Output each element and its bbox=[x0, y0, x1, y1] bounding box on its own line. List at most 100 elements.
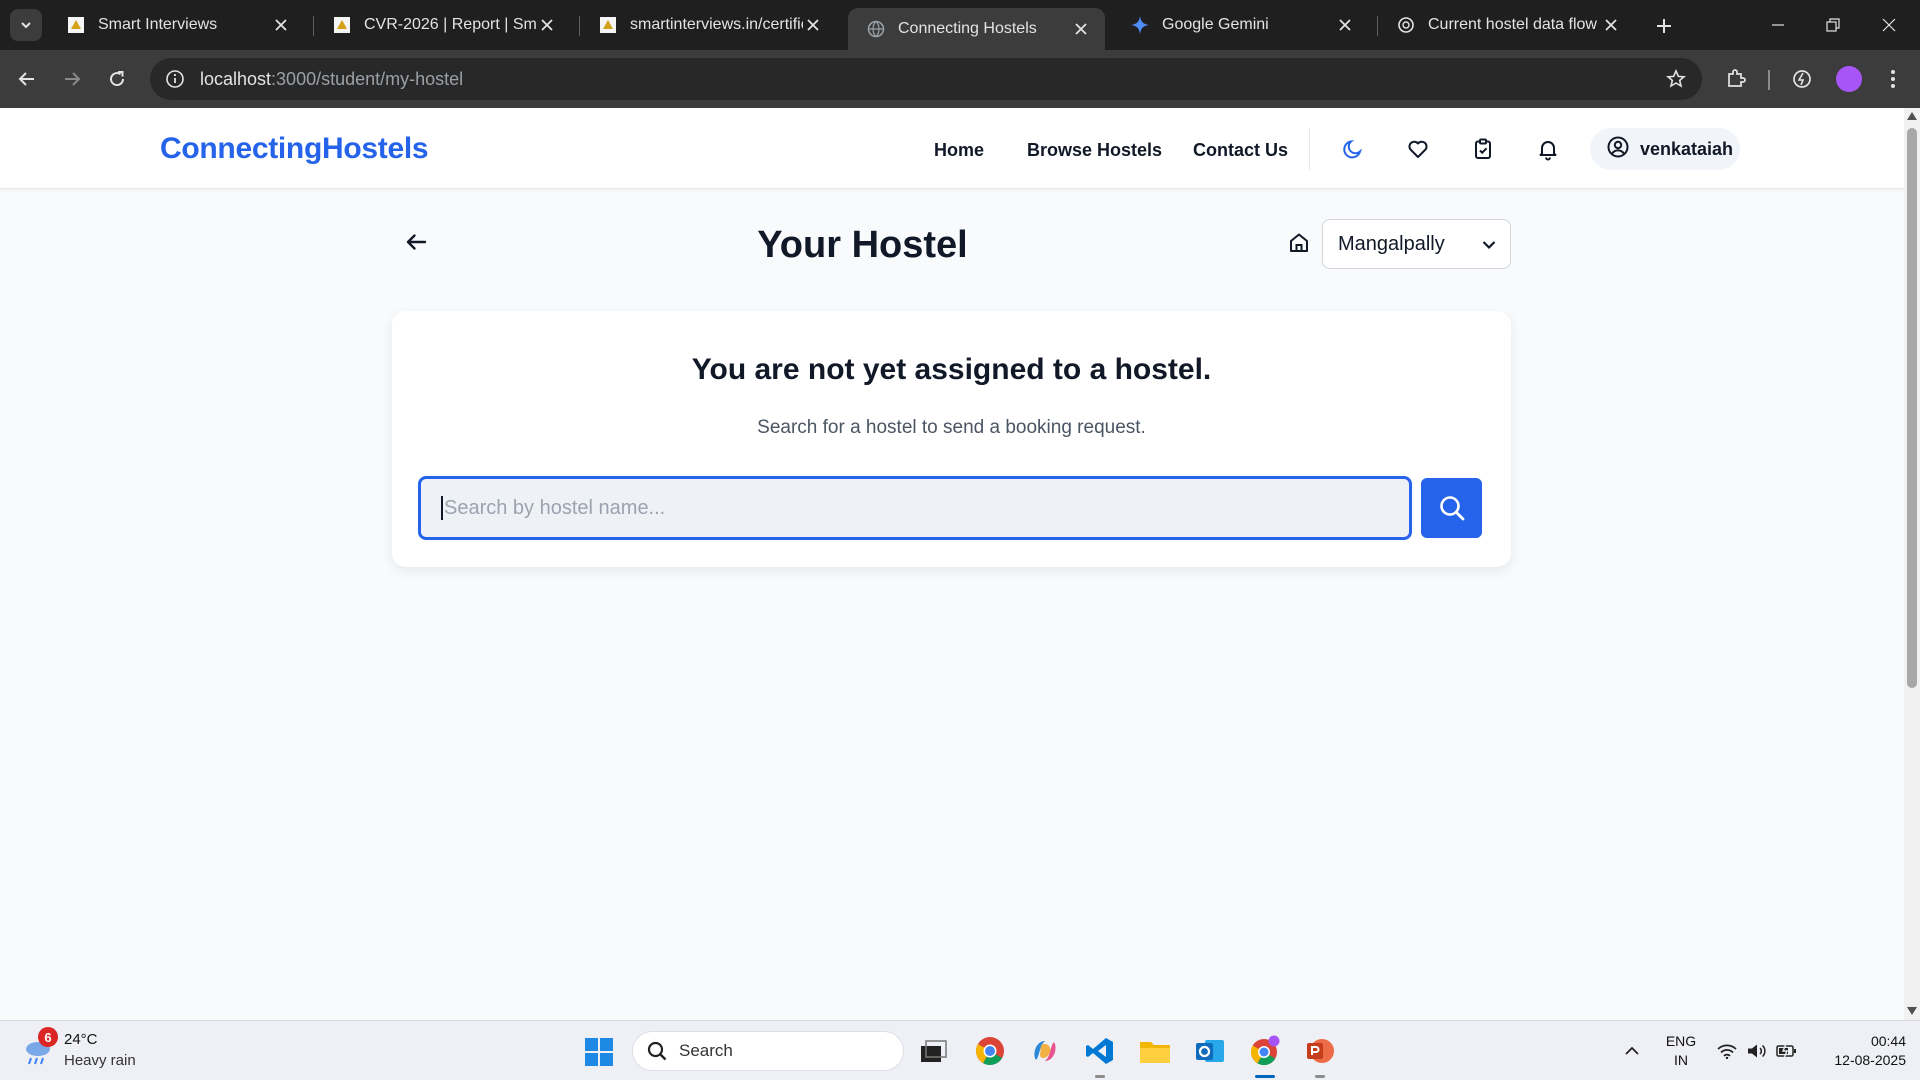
brand-logo[interactable]: ConnectingHostels bbox=[160, 132, 429, 166]
tab-title: Google Gemini bbox=[1162, 16, 1269, 33]
back-button[interactable] bbox=[400, 226, 432, 258]
close-tab-icon[interactable] bbox=[1335, 15, 1355, 35]
wifi-icon[interactable] bbox=[1716, 1041, 1738, 1061]
hostel-status-card: You are not yet assigned to a hostel. Se… bbox=[392, 311, 1511, 567]
nav-separator bbox=[1309, 128, 1310, 170]
clock-time: 00:44 bbox=[1870, 1033, 1906, 1049]
tab-title: CVR-2026 | Report | Smart bbox=[364, 16, 537, 33]
browser-profile-avatar[interactable] bbox=[1836, 66, 1862, 92]
smartinterviews-favicon bbox=[66, 15, 86, 35]
windows-start-icon[interactable] bbox=[584, 1037, 614, 1067]
browser-tab-cvr-report[interactable]: CVR-2026 | Report | Smart bbox=[314, 6, 571, 44]
nav-link-contact-us[interactable]: Contact Us bbox=[1193, 140, 1288, 161]
app-active-indicator bbox=[1255, 1075, 1275, 1078]
taskbar-search-label: Search bbox=[679, 1041, 733, 1060]
performance-icon[interactable] bbox=[1787, 64, 1817, 94]
card-title: You are not yet assigned to a hostel. bbox=[691, 353, 1212, 386]
tab-title: smartinterviews.in/certifica bbox=[630, 16, 803, 33]
browser-tab-google-gemini[interactable]: Google Gemini bbox=[1112, 6, 1369, 44]
app-running-indicator bbox=[1315, 1075, 1325, 1078]
card-subtitle: Search for a hostel to send a booking re… bbox=[757, 417, 1146, 438]
location-select[interactable]: Mangalpally bbox=[1322, 219, 1511, 269]
browser-tab-connecting-hostels[interactable]: Connecting Hostels bbox=[848, 8, 1105, 50]
hostel-search-input[interactable]: Search by hostel name... bbox=[418, 476, 1412, 540]
bookmark-star-icon[interactable] bbox=[1664, 67, 1688, 91]
smartinterviews-favicon bbox=[332, 15, 352, 35]
user-menu-button[interactable]: venkataiah bbox=[1590, 128, 1740, 170]
search-button[interactable] bbox=[1421, 478, 1482, 538]
tab-title: Smart Interviews bbox=[98, 16, 218, 33]
browser-tab-certificate[interactable]: smartinterviews.in/certifica bbox=[580, 6, 837, 44]
nav-link-home[interactable]: Home bbox=[934, 140, 984, 161]
chevron-down-icon bbox=[21, 22, 31, 29]
show-hidden-icons-chevron[interactable] bbox=[1620, 1041, 1644, 1061]
globe-icon bbox=[866, 19, 886, 39]
extensions-icon[interactable] bbox=[1721, 64, 1751, 94]
arrow-left-icon bbox=[406, 234, 427, 250]
search-icon bbox=[647, 1041, 667, 1061]
windows-taskbar: 6 24°C Heavy rain Search ENG IN 00:44 12-0… bbox=[0, 1020, 1920, 1080]
weather-temperature[interactable]: 24°C bbox=[64, 1031, 98, 1048]
app-navbar: ConnectingHostels Home Browse Hostels Co… bbox=[0, 108, 1904, 189]
browser-tab-hostel-data-flow[interactable]: Current hostel data flow bbox=[1378, 6, 1635, 44]
arrow-right-icon bbox=[65, 72, 81, 86]
close-tab-icon[interactable] bbox=[1071, 19, 1091, 39]
tab-title: Current hostel data flow bbox=[1428, 16, 1597, 33]
clock-date: 12-08-2025 bbox=[1834, 1052, 1906, 1068]
minimize-button[interactable] bbox=[1763, 10, 1793, 40]
volume-icon[interactable] bbox=[1746, 1041, 1768, 1061]
reload-button[interactable] bbox=[102, 64, 132, 94]
taskbar-search[interactable]: Search bbox=[632, 1031, 904, 1071]
plus-icon bbox=[1657, 19, 1671, 33]
powerpoint-icon[interactable] bbox=[1303, 1034, 1337, 1068]
location-selected-value: Mangalpally bbox=[1338, 232, 1445, 255]
back-browser-button[interactable] bbox=[12, 64, 42, 94]
task-view-icon[interactable] bbox=[917, 1034, 951, 1068]
file-explorer-icon[interactable] bbox=[1138, 1034, 1172, 1068]
web-page: ConnectingHostels Home Browse Hostels Co… bbox=[0, 108, 1904, 1020]
text-caret bbox=[441, 496, 443, 520]
new-tab-button[interactable] bbox=[1650, 12, 1678, 40]
weather-description[interactable]: Heavy rain bbox=[64, 1052, 136, 1069]
language-region: IN bbox=[1674, 1052, 1688, 1068]
scroll-thumb[interactable] bbox=[1907, 128, 1917, 688]
chrome-icon[interactable] bbox=[973, 1034, 1007, 1068]
close-tab-icon[interactable] bbox=[271, 15, 291, 35]
language-indicator[interactable]: ENG IN bbox=[1664, 1032, 1698, 1070]
system-clock[interactable]: 00:44 12-08-2025 bbox=[1810, 1032, 1906, 1070]
tab-search-button[interactable] bbox=[10, 9, 42, 41]
chevron-down-icon bbox=[1480, 236, 1498, 254]
chrome-profile-icon[interactable] bbox=[1248, 1034, 1282, 1068]
heart-icon[interactable] bbox=[1403, 134, 1433, 164]
scroll-up-arrow[interactable] bbox=[1907, 112, 1917, 120]
outlook-icon[interactable] bbox=[1193, 1034, 1227, 1068]
close-tab-icon[interactable] bbox=[1601, 15, 1621, 35]
close-tab-icon[interactable] bbox=[803, 15, 823, 35]
nav-link-browse-hostels[interactable]: Browse Hostels bbox=[1027, 140, 1162, 161]
close-tab-icon[interactable] bbox=[537, 15, 557, 35]
restore-icon bbox=[1826, 18, 1840, 32]
bell-icon[interactable] bbox=[1533, 134, 1563, 164]
moon-icon[interactable] bbox=[1338, 134, 1368, 164]
page-title: Your Hostel bbox=[757, 224, 968, 266]
browser-tab-smart-interviews[interactable]: Smart Interviews bbox=[48, 6, 305, 44]
battery-charging-icon[interactable] bbox=[1776, 1041, 1798, 1061]
reload-icon bbox=[110, 71, 125, 87]
restore-button[interactable] bbox=[1818, 10, 1848, 40]
site-info-icon[interactable] bbox=[164, 68, 186, 90]
search-placeholder: Search by hostel name... bbox=[444, 496, 666, 519]
copilot-icon[interactable] bbox=[1028, 1034, 1062, 1068]
page-scrollbar[interactable] bbox=[1904, 108, 1920, 1020]
clipboard-check-icon[interactable] bbox=[1468, 134, 1498, 164]
scroll-down-arrow[interactable] bbox=[1907, 1007, 1917, 1015]
vscode-icon[interactable] bbox=[1083, 1034, 1117, 1068]
app-running-indicator bbox=[1095, 1075, 1105, 1078]
gemini-icon bbox=[1130, 15, 1150, 35]
url-path: :3000/student/my-hostel bbox=[271, 68, 464, 89]
close-window-button[interactable] bbox=[1874, 10, 1904, 40]
address-bar[interactable]: localhost:3000/student/my-hostel bbox=[150, 58, 1702, 100]
forward-browser-button[interactable] bbox=[57, 64, 87, 94]
browser-menu-icon[interactable] bbox=[1878, 64, 1908, 94]
minimize-icon bbox=[1772, 24, 1784, 26]
tab-title: Connecting Hostels bbox=[898, 20, 1037, 37]
